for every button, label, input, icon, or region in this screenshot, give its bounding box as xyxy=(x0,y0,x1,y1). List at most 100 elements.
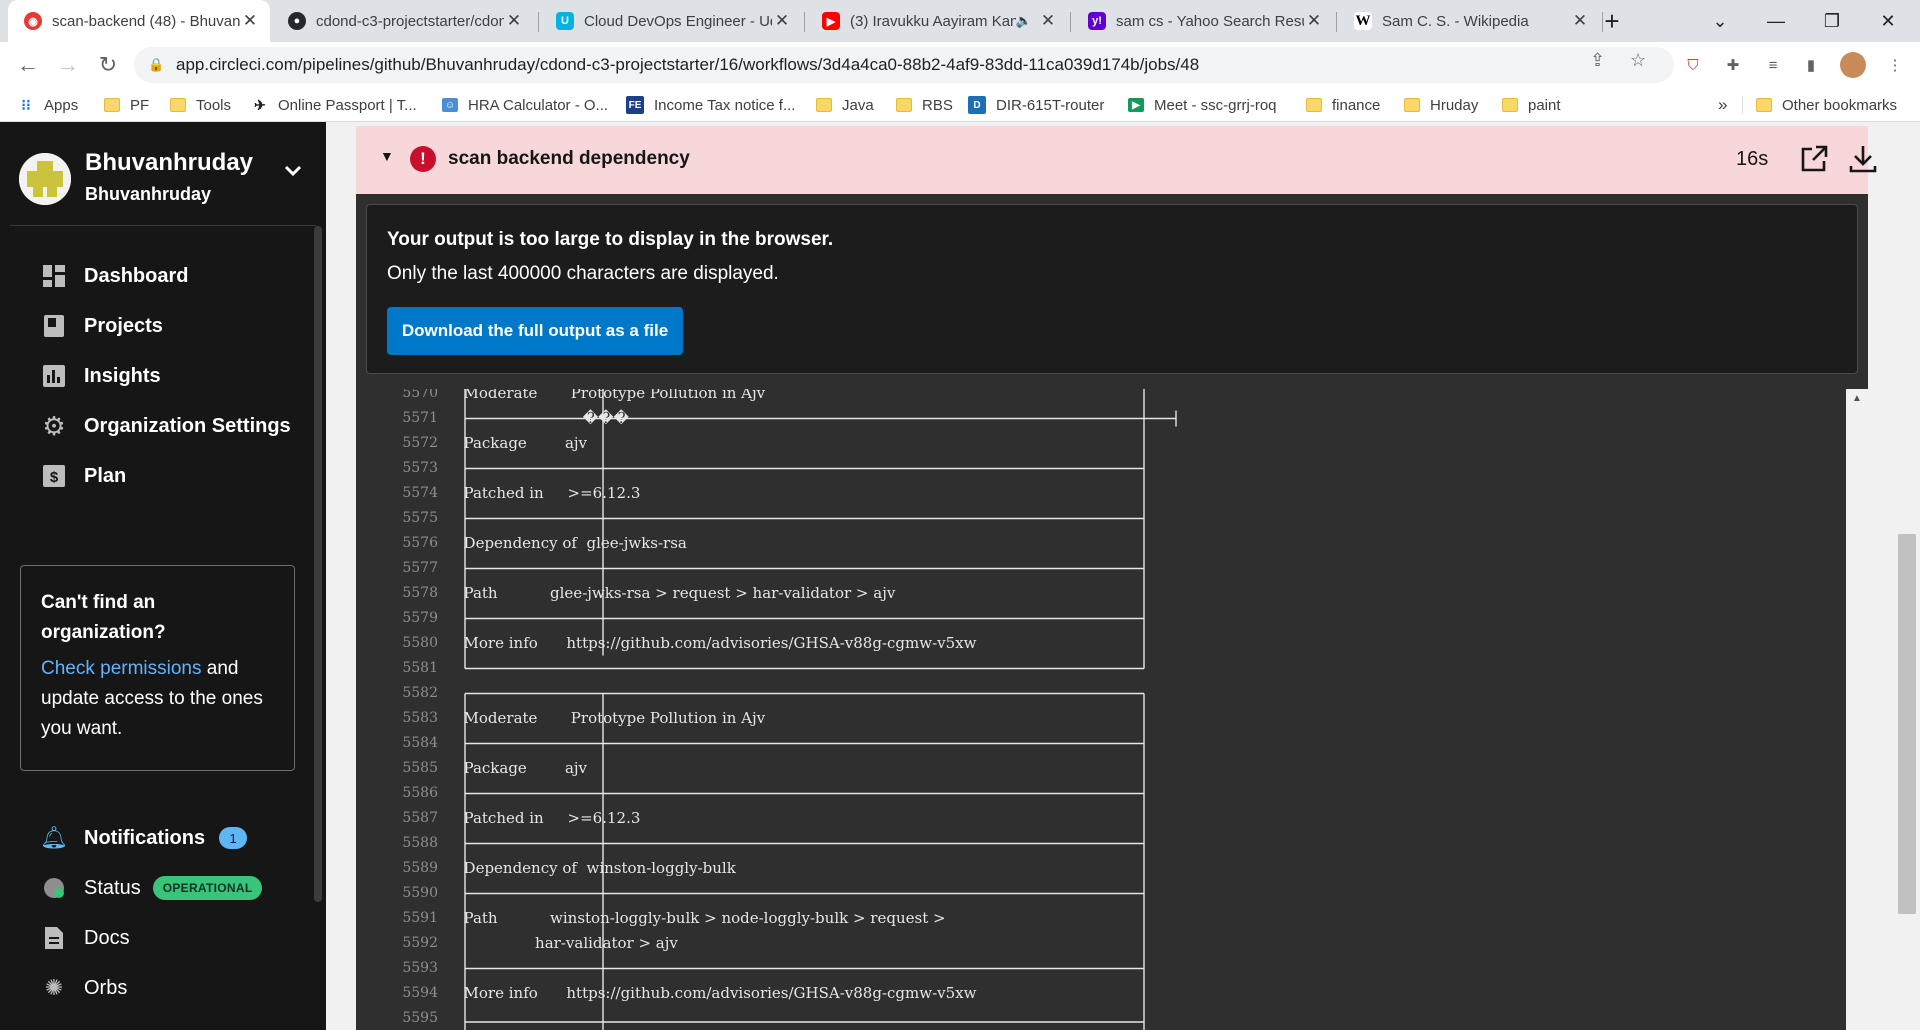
lock-icon[interactable]: 🔒 xyxy=(148,57,168,73)
bookmark-hra[interactable]: ☺ HRA Calculator - O... xyxy=(442,88,608,122)
log-line-number: 5595 xyxy=(402,1010,438,1026)
sidebar: Bhuvanhruday Bhuvanhruday Dashboard Proj… xyxy=(0,122,326,1030)
close-tab-icon[interactable]: ✕ xyxy=(504,11,524,31)
page-scrollbar-thumb[interactable] xyxy=(1898,534,1916,914)
org-switcher[interactable]: Bhuvanhruday Bhuvanhruday xyxy=(10,122,316,226)
log-line: 5595 xyxy=(356,1006,1836,1030)
log-scrollbar[interactable]: ▲ xyxy=(1846,389,1868,1030)
bookmarks-overflow-button[interactable]: » xyxy=(1718,88,1727,122)
tab-github[interactable]: ● cdond-c3-projectstarter/cdond ✕ xyxy=(272,0,534,42)
check-permissions-link[interactable]: Check permissions xyxy=(41,658,202,679)
sidebar-item-label: Orbs xyxy=(84,976,128,999)
bookmark-label: DIR-615T-router xyxy=(996,96,1105,114)
sidebar-scrollbar[interactable] xyxy=(314,226,322,902)
sidebar-item-projects[interactable]: Projects xyxy=(42,310,163,342)
bookmark-java[interactable]: Java xyxy=(816,88,874,122)
log-line: 5576 Dependency of glee-jwks-rsa xyxy=(356,531,1836,556)
tab-title: Cloud DevOps Engineer - Udacity xyxy=(584,12,772,30)
bookmark-passport[interactable]: ✈ Online Passport | T... xyxy=(252,88,417,122)
close-window-button[interactable]: ✕ xyxy=(1860,0,1916,42)
speaker-icon[interactable]: 🔈 xyxy=(1016,13,1032,29)
log-line: 5578 Path glee-jwks-rsa > request > har-… xyxy=(356,581,1836,606)
kebab-menu-icon[interactable]: ⋮ xyxy=(1884,54,1906,76)
new-tab-button[interactable]: + xyxy=(1584,0,1640,42)
log-line-number: 5578 xyxy=(402,585,438,601)
bookmark-rbs[interactable]: RBS xyxy=(896,88,953,122)
tab-wikipedia[interactable]: W Sam C. S. - Wikipedia ✕ xyxy=(1338,0,1600,42)
restore-button[interactable]: ❐ xyxy=(1804,0,1860,42)
close-tab-icon[interactable]: ✕ xyxy=(1038,11,1058,31)
step-header[interactable]: ▼ ! scan backend dependency 16s xyxy=(356,126,1877,194)
log-line-number: 5593 xyxy=(402,960,438,976)
chevron-down-icon[interactable] xyxy=(284,160,302,183)
tab-separator xyxy=(538,12,539,32)
log-line: 5585 Package ajv xyxy=(356,756,1836,781)
media-control-icon[interactable]: ≡ xyxy=(1762,54,1784,76)
bookmark-income-tax[interactable]: FE Income Tax notice f... xyxy=(626,88,795,122)
tab-search-button[interactable]: ⌄ xyxy=(1692,0,1748,42)
bookmark-paint[interactable]: paint xyxy=(1502,88,1561,122)
sidebar-item-status[interactable]: Status OPERATIONAL xyxy=(42,872,263,904)
dashboard-icon xyxy=(42,264,66,288)
close-tab-icon[interactable]: ✕ xyxy=(1304,11,1324,31)
bookmark-label: HRA Calculator - O... xyxy=(468,96,609,114)
step-output-panel: Your output is too large to display in t… xyxy=(356,194,1868,1030)
log-output[interactable]: 5570 Moderate Prototype Pollution in Ajv… xyxy=(356,389,1836,1030)
close-tab-icon[interactable]: ✕ xyxy=(772,11,792,31)
bookmark-other[interactable]: Other bookmarks xyxy=(1756,88,1897,122)
bookmark-hruday[interactable]: Hruday xyxy=(1404,88,1478,122)
download-full-output-button[interactable]: Download the full output as a file xyxy=(387,307,683,355)
sidebar-item-notifications[interactable]: 🔔︎ Notifications 1 xyxy=(40,822,248,854)
address-url[interactable]: app.circleci.com/pipelines/github/Bhuvan… xyxy=(176,55,1199,75)
reload-button[interactable]: ↻ xyxy=(92,49,124,81)
page-scrollbar[interactable] xyxy=(1894,122,1920,1030)
sidebar-item-label: Insights xyxy=(84,364,161,387)
sidebar-item-docs[interactable]: Docs xyxy=(42,922,130,954)
sidebar-item-insights[interactable]: Insights xyxy=(42,360,161,392)
open-in-new-tab-icon[interactable] xyxy=(1800,144,1828,174)
log-line-number: 5589 xyxy=(402,860,438,876)
bookmark-label: Tools xyxy=(196,96,232,114)
tab-separator xyxy=(1336,12,1337,32)
bookmark-apps[interactable]: ⁝⁝ Apps xyxy=(18,88,78,122)
sidebar-item-orbs[interactable]: ✺ Orbs xyxy=(42,972,128,1004)
close-tab-icon[interactable]: ✕ xyxy=(240,11,260,31)
minimize-button[interactable]: — xyxy=(1748,0,1804,42)
tab-scan-backend[interactable]: ◉ scan-backend (48) - Bhuvanhruday ✕ xyxy=(8,0,270,42)
tab-udacity[interactable]: U Cloud DevOps Engineer - Udacity ✕ xyxy=(540,0,802,42)
bookmark-pf[interactable]: PF xyxy=(104,88,149,122)
apps-icon: ⁝⁝ xyxy=(21,97,31,114)
tab-youtube[interactable]: ▶ (3) Iravukku Aayiram Kangal 🔈 ✕ xyxy=(806,0,1068,42)
side-panel-icon[interactable]: ▮ xyxy=(1800,54,1822,76)
log-line: 5571 ��� xyxy=(356,406,1836,431)
log-line-number: 5587 xyxy=(402,810,438,826)
download-icon[interactable] xyxy=(1848,144,1878,174)
forward-button[interactable]: → xyxy=(52,49,84,81)
caret-down-icon[interactable]: ▼ xyxy=(380,148,394,164)
extension-shield-icon[interactable]: ⛉ xyxy=(1682,54,1704,76)
folder-icon xyxy=(170,98,186,112)
bookmark-router[interactable]: D DIR-615T-router xyxy=(968,88,1104,122)
bookmark-tools[interactable]: Tools xyxy=(170,88,231,122)
bookmark-finance[interactable]: finance xyxy=(1306,88,1380,122)
bookmark-star-icon[interactable]: ☆ xyxy=(1630,50,1646,71)
address-bar[interactable]: 🔒 app.circleci.com/pipelines/github/Bhuv… xyxy=(134,47,1674,83)
sidebar-item-dashboard[interactable]: Dashboard xyxy=(42,260,188,292)
sidebar-item-plan[interactable]: $ Plan xyxy=(42,460,126,492)
log-line: 5579 xyxy=(356,606,1836,631)
log-line: 5573 xyxy=(356,456,1836,481)
scroll-up-arrow-icon[interactable]: ▲ xyxy=(1852,393,1862,404)
org-help-card: Can't find an organization? Check permis… xyxy=(20,565,295,771)
share-icon[interactable]: ⇪ xyxy=(1590,50,1605,71)
bookmarks-bar: ⁝⁝ Apps PF Tools ✈ Online Passport | T..… xyxy=(0,88,1920,122)
back-button[interactable]: ← xyxy=(12,49,44,81)
bookmark-meet[interactable]: ▶ Meet - ssc-grrj-roq xyxy=(1128,88,1277,122)
log-line: 5591 Path winston-loggly-bulk > node-log… xyxy=(356,906,1836,931)
extensions-puzzle-icon[interactable]: ✚ xyxy=(1722,54,1744,76)
log-line: 5572 Package ajv xyxy=(356,431,1836,456)
profile-avatar[interactable] xyxy=(1840,52,1866,78)
bookmark-label: RBS xyxy=(922,96,953,114)
log-line-number: 5585 xyxy=(402,760,438,776)
tab-yahoo[interactable]: y! sam cs - Yahoo Search Results ✕ xyxy=(1072,0,1334,42)
sidebar-item-organization-settings[interactable]: ⚙ Organization Settings xyxy=(42,410,290,442)
